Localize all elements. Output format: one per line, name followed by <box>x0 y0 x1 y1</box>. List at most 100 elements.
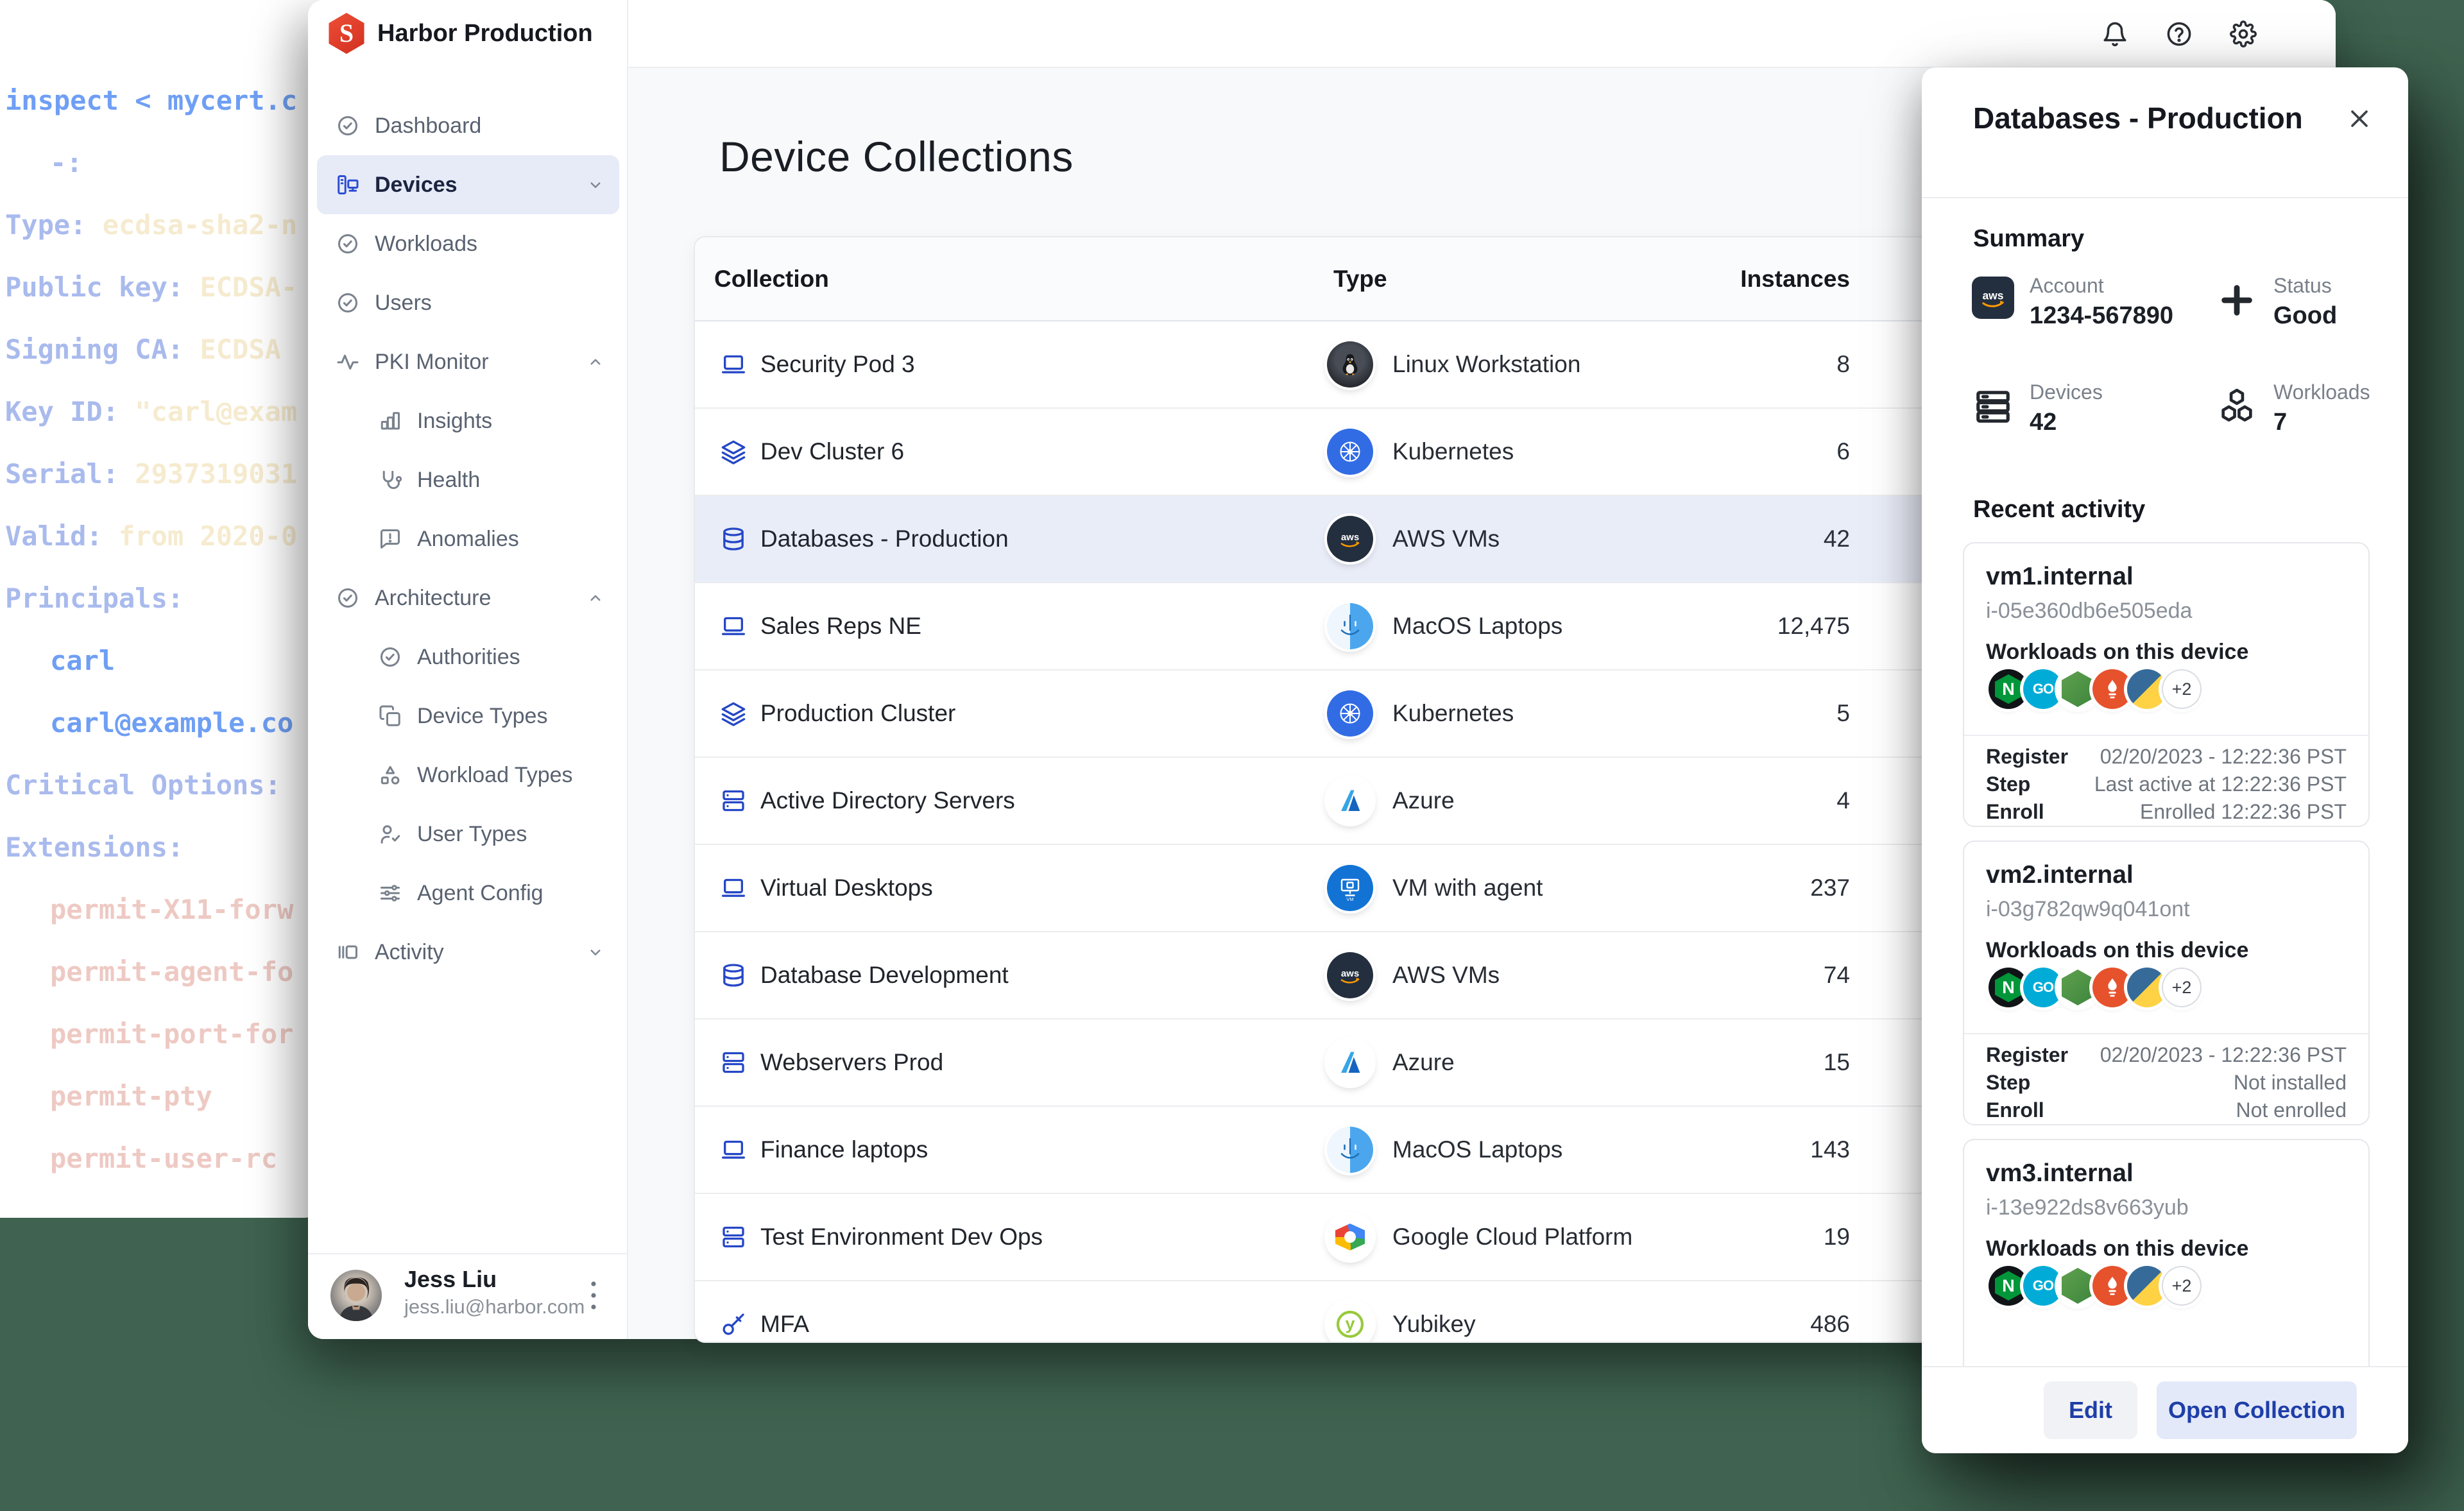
page-title: Device Collections <box>719 132 1074 181</box>
collection-name: Test Environment Dev Ops <box>760 1194 1043 1280</box>
card-divider <box>1964 735 2368 736</box>
type-name: Google Cloud Platform <box>1392 1194 1632 1280</box>
sidebar-item-users[interactable]: Users <box>317 273 619 332</box>
terminal-line: Serial: 2937319031 <box>5 443 297 505</box>
activity-row: Register02/20/2023 - 12:22:36 PST <box>1986 1043 2347 1071</box>
type-name: MacOS Laptops <box>1392 1107 1562 1193</box>
go-icon: GO <box>2023 669 2063 709</box>
avatar <box>330 1270 382 1321</box>
laptop-icon <box>721 613 746 639</box>
summary-tile-workloads: Workloads7 <box>2217 380 2448 464</box>
instances-count: 5 <box>1836 670 1850 756</box>
sidebar-item-label: Activity <box>375 940 444 965</box>
device-name: vm3.internal <box>1986 1159 2134 1188</box>
sidebar-item-device-types[interactable]: Device Types <box>317 687 619 746</box>
macos-avatar-icon <box>1327 1127 1373 1173</box>
collection-name: MFA <box>760 1281 809 1343</box>
kebab-menu-icon[interactable] <box>582 1276 605 1315</box>
nginx-icon: N <box>1989 968 2028 1007</box>
sidebar-item-insights[interactable]: Insights <box>317 391 619 450</box>
sidebar-item-anomalies[interactable]: Anomalies <box>317 509 619 568</box>
workload-chips: NGO+2 <box>1989 669 2202 709</box>
sidebar-nav: DashboardDevicesWorkloadsUsers PKI Monito… <box>317 96 619 982</box>
tile-label: Account <box>2030 274 2104 298</box>
sidebar-item-label: Health <box>417 468 480 493</box>
check-circle-icon <box>336 114 359 137</box>
sidebar-item-authorities[interactable]: Authorities <box>317 627 619 687</box>
aws-badge-icon: aws <box>1972 277 2014 319</box>
gcp-avatar-icon <box>1327 1214 1373 1260</box>
edit-button[interactable]: Edit <box>2044 1381 2137 1439</box>
check-circle-icon <box>336 291 359 314</box>
collection-name: Databases - Production <box>760 496 1009 582</box>
svg-text:VM: VM <box>1346 896 1353 902</box>
sidebar-item-pki-monitor[interactable]: PKI Monitor <box>317 332 619 391</box>
card-divider <box>1964 1033 2368 1034</box>
bell-icon[interactable] <box>2101 21 2128 47</box>
activity-icon <box>336 941 359 964</box>
open-collection-button[interactable]: Open Collection <box>2157 1381 2357 1439</box>
collection-name: Database Development <box>760 932 1009 1018</box>
insights-icon <box>379 409 402 432</box>
device-id: i-05e360db6e505eda <box>1986 599 2192 624</box>
terminal-line: carl <box>5 629 297 692</box>
device-name: vm2.internal <box>1986 861 2134 889</box>
go-icon: GO <box>2023 968 2063 1007</box>
azure-avatar-icon <box>1327 1039 1373 1086</box>
type-name: MacOS Laptops <box>1392 583 1562 669</box>
terminal-line: Signing CA: ECDSA <box>5 318 297 380</box>
key-icon <box>721 1311 746 1337</box>
help-icon[interactable] <box>2166 21 2193 47</box>
harbor-logo-icon: S <box>326 13 367 54</box>
terminal-line: Key ID: "carl@exam <box>5 380 297 443</box>
instances-count: 6 <box>1836 409 1850 495</box>
sidebar-item-label: PKI Monitor <box>375 350 489 375</box>
sidebar-item-health[interactable]: Health <box>317 450 619 509</box>
stage: inspect < mycert.c-:Type: ecdsa-sha2-nPu… <box>0 0 2464 1511</box>
database-icon <box>721 962 746 988</box>
tile-label: Status <box>2273 274 2332 298</box>
type-name: Yubikey <box>1392 1281 1476 1343</box>
chevron-up-icon <box>586 588 605 608</box>
svg-text:aws: aws <box>1341 532 1359 543</box>
collection-name: Virtual Desktops <box>760 845 933 931</box>
terminal-line: Extensions: <box>5 816 297 878</box>
sidebar-item-user-types[interactable]: User Types <box>317 805 619 864</box>
terminal-line: permit-agent-fo <box>5 941 297 1003</box>
type-name: Kubernetes <box>1392 409 1514 495</box>
sidebar-item-dashboard[interactable]: Dashboard <box>317 96 619 155</box>
sidebar-item-activity[interactable]: Activity <box>317 923 619 982</box>
sidebar-item-devices[interactable]: Devices <box>317 155 619 214</box>
terminal-line: -: <box>5 132 297 194</box>
type-name: VM with agent <box>1392 845 1543 931</box>
macos-avatar-icon <box>1327 603 1373 649</box>
k8s-avatar-icon <box>1327 429 1373 475</box>
summary-tile-status: StatusGood <box>2217 274 2448 357</box>
sidebar-item-workload-types[interactable]: Workload Types <box>317 746 619 805</box>
more-workloads-badge: +2 <box>2162 968 2202 1007</box>
status-plus-icon <box>2217 280 2257 320</box>
sidebar-item-label: Insights <box>417 409 492 434</box>
panel-footer: Edit Open Collection <box>1922 1366 2408 1453</box>
collection-name: Dev Cluster 6 <box>760 409 904 495</box>
sidebar-item-label: Anomalies <box>417 527 519 552</box>
instances-count: 143 <box>1810 1107 1850 1193</box>
sidebar-item-label: User Types <box>417 822 527 847</box>
summary-tile-account: awsAccount1234-567890 <box>1973 274 2204 357</box>
instances-count: 42 <box>1824 496 1850 582</box>
activity-row: Register02/20/2023 - 12:22:36 PST <box>1986 745 2347 773</box>
workload-types-icon <box>379 764 402 787</box>
instances-count: 237 <box>1810 845 1850 931</box>
type-name: Kubernetes <box>1392 670 1514 756</box>
sidebar-item-agent-config[interactable]: Agent Config <box>317 864 619 923</box>
terminal-line: Type: ecdsa-sha2-n <box>5 194 297 256</box>
python-icon <box>2127 1266 2167 1306</box>
brand-title: Harbor Production <box>377 0 593 67</box>
device-name: vm1.internal <box>1986 563 2134 591</box>
workloads-label: Workloads on this device <box>1986 938 2248 963</box>
sidebar-item-workloads[interactable]: Workloads <box>317 214 619 273</box>
gear-icon[interactable] <box>2230 21 2257 47</box>
close-icon[interactable] <box>2345 105 2374 133</box>
layers-icon <box>721 701 746 726</box>
sidebar-item-architecture[interactable]: Architecture <box>317 568 619 627</box>
